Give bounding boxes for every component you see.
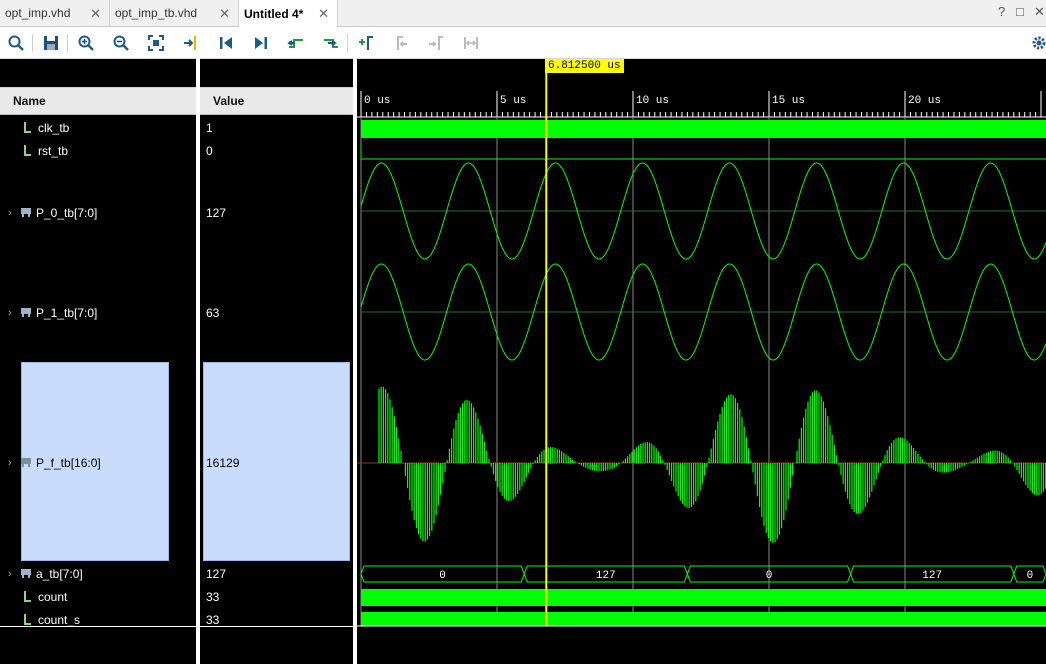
timeline-tick-label: 5 us <box>500 95 526 107</box>
signal-row-clk-tb[interactable]: clk_tb <box>10 120 69 136</box>
tab-label: opt_imp_tb.vhd <box>115 6 198 20</box>
timeline-tick-label: 15 us <box>772 95 805 107</box>
timeline-tick-label: 10 us <box>636 95 669 107</box>
close-window-icon[interactable]: ✕ <box>1034 4 1045 20</box>
tab-untitled-4[interactable]: Untitled 4* ✕ <box>239 0 338 27</box>
signal-name: P_0_tb[7:0] <box>36 206 98 220</box>
chevron-right-icon[interactable]: › <box>8 568 20 580</box>
a-tb-bus-value: 0 <box>766 570 773 582</box>
chevron-right-icon[interactable]: › <box>8 307 20 319</box>
name-column-header[interactable]: Name <box>0 87 196 115</box>
signal-value: 127 <box>206 206 227 220</box>
row-separator <box>200 626 353 627</box>
chevron-right-icon[interactable]: › <box>8 457 20 469</box>
help-icon[interactable]: ? <box>998 4 1005 19</box>
signal-name: clk_tb <box>38 121 70 135</box>
go-to-last-time-icon[interactable] <box>250 32 272 54</box>
signal-name: P_f_tb[16:0] <box>36 456 101 470</box>
a-tb-bus-value: 0 <box>439 570 446 582</box>
signal-value: 33 <box>206 590 220 604</box>
toolbar-separator <box>347 34 348 52</box>
close-icon[interactable]: ✕ <box>90 6 101 22</box>
bus-signal-icon <box>20 456 32 471</box>
signal-value: 63 <box>206 306 220 320</box>
toolbar-separator <box>32 34 33 52</box>
value-column-header[interactable]: Value <box>200 87 353 115</box>
count-waveform <box>361 589 1046 606</box>
waveform-toolbar <box>0 27 1046 59</box>
signal-value: 16129 <box>206 456 240 470</box>
toolbar-separator <box>67 34 68 52</box>
signal-value: 127 <box>206 567 227 581</box>
bit-signal-icon <box>22 121 34 136</box>
signal-name: a_tb[7:0] <box>36 567 83 581</box>
previous-marker-icon[interactable] <box>390 32 412 54</box>
signal-value: 33 <box>206 613 220 627</box>
bus-signal-icon <box>20 567 32 582</box>
signal-row-p-f-tb[interactable]: › P_f_tb[16:0] <box>8 455 101 471</box>
add-marker-icon[interactable] <box>355 32 377 54</box>
zoom-out-icon[interactable] <box>110 32 132 54</box>
bit-signal-icon <box>22 590 34 605</box>
next-transition-icon[interactable] <box>320 32 342 54</box>
tab-opt-imp[interactable]: opt_imp.vhd ✕ <box>0 0 110 26</box>
search-icon[interactable] <box>5 32 27 54</box>
cursor-time-label: 6.812500 us <box>545 59 624 73</box>
close-icon[interactable]: ✕ <box>219 6 230 22</box>
previous-transition-icon[interactable] <box>285 32 307 54</box>
tab-label: Untitled 4* <box>244 6 304 21</box>
timeline-tick-label: 0 us <box>364 95 390 107</box>
go-to-time-0-icon[interactable] <box>215 32 237 54</box>
signal-row-count[interactable]: count <box>10 589 67 605</box>
signal-row-a-tb[interactable]: › a_tb[7:0] <box>8 566 83 582</box>
tab-label: opt_imp.vhd <box>5 6 71 20</box>
signal-row-p-0-tb[interactable]: › P_0_tb[7:0] <box>8 205 97 221</box>
tab-opt-imp-tb[interactable]: opt_imp_tb.vhd ✕ <box>110 0 239 26</box>
zoom-in-icon[interactable] <box>75 32 97 54</box>
restore-icon[interactable]: □ <box>1016 4 1024 19</box>
timeline-tick-label: 20 us <box>908 95 941 107</box>
save-icon[interactable] <box>40 32 62 54</box>
rst-tb-waveform <box>360 143 1046 160</box>
signal-row-p-1-tb[interactable]: › P_1_tb[7:0] <box>8 305 97 321</box>
bus-signal-icon <box>20 306 32 321</box>
close-icon[interactable]: ✕ <box>318 6 329 22</box>
row-separator <box>0 626 196 627</box>
signal-name: count_s <box>38 613 81 627</box>
bus-signal-icon <box>20 206 32 221</box>
chevron-right-icon[interactable]: › <box>8 207 20 219</box>
bit-signal-icon <box>22 144 34 159</box>
signal-value: 1 <box>206 121 213 135</box>
swap-cursors-icon[interactable] <box>460 32 482 54</box>
signal-name: rst_tb <box>38 144 69 158</box>
a-tb-bus-value: 127 <box>922 570 942 582</box>
zoom-fit-icon[interactable] <box>145 32 167 54</box>
a-tb-bus-value: 0 <box>1027 570 1034 582</box>
editor-tab-bar: opt_imp.vhd ✕ opt_imp_tb.vhd ✕ Untitled … <box>0 0 1046 27</box>
next-marker-icon[interactable] <box>425 32 447 54</box>
clk-tb-waveform <box>361 120 1046 138</box>
signal-row-rst-tb[interactable]: rst_tb <box>10 143 68 159</box>
p-f-tb-waveform <box>378 386 1046 543</box>
signal-name: count <box>38 590 68 604</box>
count-s-waveform <box>361 612 1046 626</box>
a-tb-bus-value: 127 <box>596 570 616 582</box>
waveform-canvas[interactable]: 0 us 5 us 10 us 15 us 20 us 0 127 0 127 0 <box>357 59 1046 664</box>
settings-gear-icon[interactable] <box>1028 32 1046 54</box>
go-to-cursor-icon[interactable] <box>180 32 202 54</box>
signal-value: 0 <box>206 144 213 158</box>
signal-name: P_1_tb[7:0] <box>36 306 98 320</box>
